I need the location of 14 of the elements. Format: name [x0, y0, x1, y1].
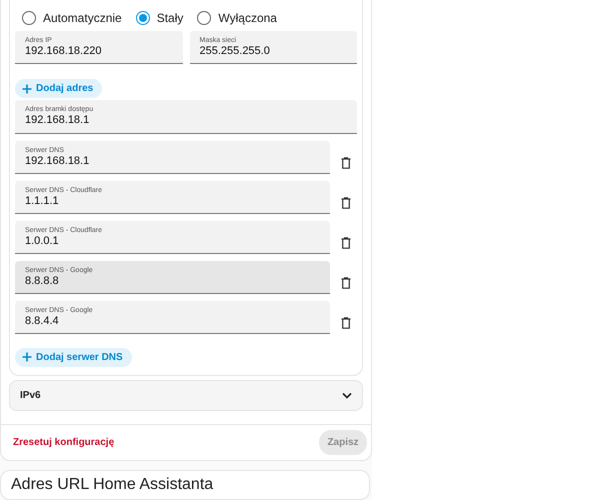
reset-link[interactable]: Zresetuj konfigurację	[13, 437, 114, 448]
ipv6-expander[interactable]: IPv6	[9, 380, 363, 411]
trash-icon[interactable]	[341, 276, 351, 288]
trash-icon[interactable]	[341, 316, 351, 328]
radio-option[interactable]: Stały	[136, 10, 184, 24]
card-title: Adres URL Home Assistanta	[11, 475, 214, 494]
trash-icon[interactable]	[341, 236, 351, 248]
trash-icon[interactable]	[341, 156, 351, 168]
radio-option[interactable]: Wyłączona	[197, 10, 277, 24]
expander-title: IPv6	[20, 390, 41, 401]
plus-icon	[22, 84, 32, 94]
radio-option[interactable]: Automatycznie	[22, 10, 122, 24]
trash-icon[interactable]	[341, 196, 351, 208]
plus-icon	[22, 352, 32, 362]
